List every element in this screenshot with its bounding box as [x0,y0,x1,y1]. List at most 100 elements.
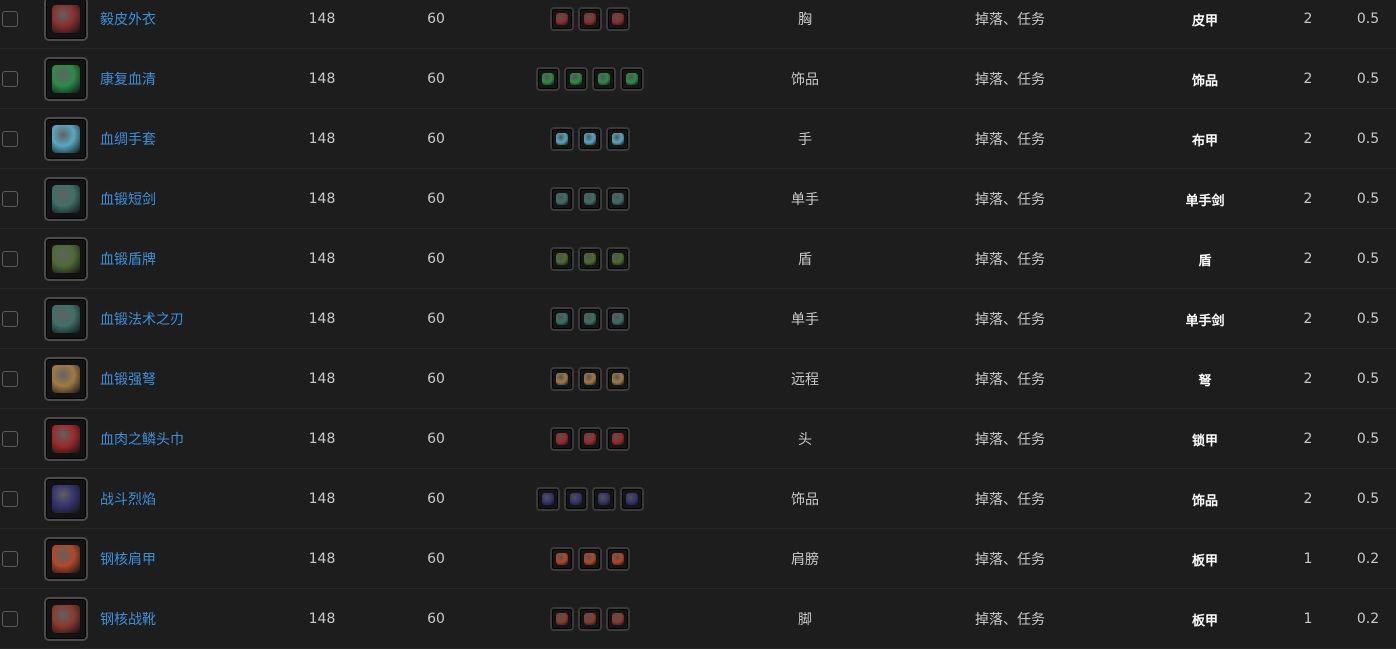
row-checkbox[interactable] [2,551,18,567]
socket-glyph [584,133,596,145]
sword-icon[interactable] [44,177,88,221]
row-checkbox[interactable] [2,11,18,27]
table-row[interactable]: 钢核战靴 148 60 脚 掉落、任务 板甲 1 0.2 [0,589,1396,649]
potion-vial-socket-icon [564,67,588,91]
required-level: 60 [427,491,445,507]
chest-armor-icon[interactable] [44,0,88,41]
sword-socket-icon [550,187,574,211]
item-slot: 肩膀 [791,552,819,568]
row-checkbox-cell [1,0,19,49]
socket-glyph [612,433,624,445]
row-checkbox[interactable] [2,131,18,147]
socket-group [500,229,680,289]
socket-glyph [612,253,624,265]
value-rate: 0.5 [1356,311,1380,327]
boots-icon[interactable] [44,597,88,641]
table-row[interactable]: 战斗烈焰 148 60 饰品 掉落、任务 饰品 2 0.5 [0,469,1396,529]
row-checkbox-cell [1,469,19,529]
table-row[interactable]: 康复血清 148 60 饰品 掉落、任务 饰品 2 0.5 [0,49,1396,109]
chest-armor-socket-icon [578,7,602,31]
item-name-cell: 毅皮外衣 [100,0,280,49]
icon-glyph [52,545,80,573]
item-name-link[interactable]: 血肉之鳞头巾 [100,429,184,449]
shoulder-armor-socket-icon [578,547,602,571]
item-name-link[interactable]: 血锻法术之刃 [100,309,184,329]
item-name-cell: 战斗烈焰 [100,469,280,529]
row-checkbox[interactable] [2,191,18,207]
item-name-link[interactable]: 毅皮外衣 [100,9,156,29]
socket-glyph [612,373,624,385]
item-name-cell: 钢核战靴 [100,589,280,649]
table-row[interactable]: 毅皮外衣 148 60 胸 掉落、任务 皮甲 2 0.5 [0,0,1396,49]
item-name-link[interactable]: 战斗烈焰 [100,489,156,509]
shoulder-armor-icon[interactable] [44,537,88,581]
item-icon-cell [44,0,92,49]
item-name-link[interactable]: 血锻强弩 [100,369,156,389]
sword-icon[interactable] [44,297,88,341]
item-level: 148 [308,311,336,327]
table-row[interactable]: 血肉之鳞头巾 148 60 头 掉落、任务 锁甲 2 0.5 [0,409,1396,469]
row-checkbox[interactable] [2,431,18,447]
item-slot: 单手 [791,192,819,208]
item-name-link[interactable]: 血绸手套 [100,129,156,149]
helmet-icon[interactable] [44,417,88,461]
flame-socket-icon [564,487,588,511]
crossbow-icon[interactable] [44,357,88,401]
row-checkbox[interactable] [2,311,18,327]
socket-glyph [584,613,596,625]
item-source: 掉落、任务 [975,312,1045,328]
icon-glyph [52,605,80,633]
row-checkbox[interactable] [2,491,18,507]
shoulder-armor-socket-icon [606,547,630,571]
item-slot: 盾 [798,252,812,268]
chest-armor-socket-icon [550,7,574,31]
row-checkbox-cell [1,289,19,349]
row-checkbox-cell [1,349,19,409]
item-name-link[interactable]: 血锻短剑 [100,189,156,209]
socket-glyph [598,493,610,505]
row-checkbox[interactable] [2,611,18,627]
item-type: 单手剑 [1185,193,1225,209]
item-icon-cell [44,49,92,109]
item-level: 148 [308,371,336,387]
item-name-cell: 钢核肩甲 [100,529,280,589]
required-level: 60 [427,611,445,627]
icon-glyph [52,65,80,93]
shield-socket-icon [550,247,574,271]
table-row[interactable]: 血锻法术之刃 148 60 单手 掉落、任务 单手剑 2 0.5 [0,289,1396,349]
flame-socket-icon [620,487,644,511]
item-name-cell: 血锻短剑 [100,169,280,229]
item-name-link[interactable]: 血锻盾牌 [100,249,156,269]
item-type: 板甲 [1191,553,1218,569]
socket-group [500,0,680,49]
table-row[interactable]: 血锻强弩 148 60 远程 掉落、任务 弩 2 0.5 [0,349,1396,409]
gloves-icon[interactable] [44,117,88,161]
item-icon-cell [44,169,92,229]
table-row[interactable]: 血锻短剑 148 60 单手 掉落、任务 单手剑 2 0.5 [0,169,1396,229]
table-row[interactable]: 血锻盾牌 148 60 盾 掉落、任务 盾 2 0.5 [0,229,1396,289]
socket-group [500,469,680,529]
flame-socket-icon [592,487,616,511]
table-row[interactable]: 血绸手套 148 60 手 掉落、任务 布甲 2 0.5 [0,109,1396,169]
socket-glyph [626,73,638,85]
table-row[interactable]: 钢核肩甲 148 60 肩膀 掉落、任务 板甲 1 0.2 [0,529,1396,589]
item-name-link[interactable]: 钢核肩甲 [100,549,156,569]
row-checkbox[interactable] [2,251,18,267]
value-rate: 0.5 [1356,431,1380,447]
socket-glyph [584,553,596,565]
required-level: 60 [427,191,445,207]
socket-glyph [584,253,596,265]
row-checkbox[interactable] [2,71,18,87]
potion-vial-icon[interactable] [44,57,88,101]
item-slot: 饰品 [791,492,819,508]
value-rate: 0.5 [1356,131,1380,147]
shield-icon[interactable] [44,237,88,281]
flame-icon[interactable] [44,477,88,521]
item-slot: 饰品 [791,72,819,88]
required-level: 60 [427,371,445,387]
item-name-link[interactable]: 康复血清 [100,69,156,89]
item-name-link[interactable]: 钢核战靴 [100,609,156,629]
item-name-cell: 康复血清 [100,49,280,109]
row-checkbox[interactable] [2,371,18,387]
value-count: 1 [1303,611,1313,627]
